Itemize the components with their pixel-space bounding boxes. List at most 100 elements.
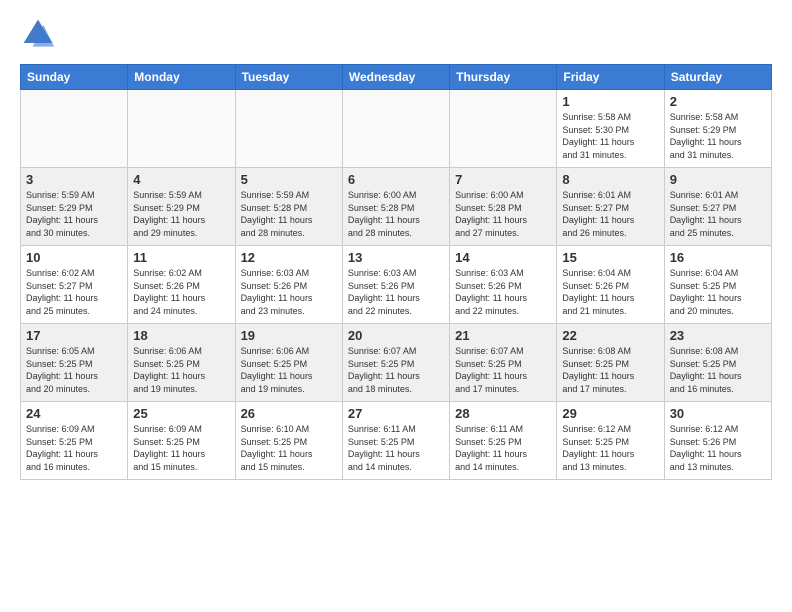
day-number: 9 (670, 172, 766, 187)
calendar-day-cell: 20 Sunrise: 6:07 AMSunset: 5:25 PMDayligh… (342, 324, 449, 402)
calendar-day-cell: 24 Sunrise: 6:09 AMSunset: 5:25 PMDayligh… (21, 402, 128, 480)
day-number: 4 (133, 172, 229, 187)
day-number: 5 (241, 172, 337, 187)
logo-icon (20, 16, 56, 52)
day-number: 14 (455, 250, 551, 265)
day-number: 12 (241, 250, 337, 265)
day-info: Sunrise: 6:12 AMSunset: 5:26 PMDaylight:… (670, 423, 766, 473)
weekday-saturday: Saturday (664, 65, 771, 90)
day-info: Sunrise: 6:03 AMSunset: 5:26 PMDaylight:… (241, 267, 337, 317)
calendar-day-cell (235, 90, 342, 168)
weekday-sunday: Sunday (21, 65, 128, 90)
weekday-tuesday: Tuesday (235, 65, 342, 90)
calendar-day-cell: 25Sunrise: 6:09 AMSunset: 5:25 PMDayligh… (128, 402, 235, 480)
day-number: 8 (562, 172, 658, 187)
calendar-day-cell: 19 Sunrise: 6:06 AMSunset: 5:25 PMDayligh… (235, 324, 342, 402)
day-info: Sunrise: 6:07 AMSunset: 5:25 PMDaylight:… (455, 345, 551, 395)
day-info: Sunrise: 5:59 AMSunset: 5:29 PMDaylight:… (133, 189, 229, 239)
calendar-day-cell: 28Sunrise: 6:11 AMSunset: 5:25 PMDayligh… (450, 402, 557, 480)
day-number: 7 (455, 172, 551, 187)
day-number: 3 (26, 172, 122, 187)
day-info: Sunrise: 6:08 AMSunset: 5:25 PMDaylight:… (562, 345, 658, 395)
day-info: Sunrise: 6:12 AMSunset: 5:25 PMDaylight:… (562, 423, 658, 473)
day-number: 26 (241, 406, 337, 421)
day-number: 1 (562, 94, 658, 109)
day-info: Sunrise: 5:59 AMSunset: 5:29 PMDaylight:… (26, 189, 122, 239)
calendar-day-cell: 12 Sunrise: 6:03 AMSunset: 5:26 PMDayligh… (235, 246, 342, 324)
calendar-day-cell: 1Sunrise: 5:58 AMSunset: 5:30 PMDaylight… (557, 90, 664, 168)
calendar-day-cell: 23 Sunrise: 6:08 AMSunset: 5:25 PMDayligh… (664, 324, 771, 402)
day-number: 23 (670, 328, 766, 343)
calendar-day-cell: 7 Sunrise: 6:00 AMSunset: 5:28 PMDaylight… (450, 168, 557, 246)
day-info: Sunrise: 6:05 AMSunset: 5:25 PMDaylight:… (26, 345, 122, 395)
day-info: Sunrise: 6:00 AMSunset: 5:28 PMDaylight:… (455, 189, 551, 239)
day-number: 10 (26, 250, 122, 265)
day-info: Sunrise: 6:10 AMSunset: 5:25 PMDaylight:… (241, 423, 337, 473)
day-number: 29 (562, 406, 658, 421)
calendar-day-cell (21, 90, 128, 168)
day-number: 16 (670, 250, 766, 265)
day-number: 19 (241, 328, 337, 343)
day-number: 6 (348, 172, 444, 187)
calendar-day-cell: 13 Sunrise: 6:03 AMSunset: 5:26 PMDayligh… (342, 246, 449, 324)
calendar-day-cell: 22 Sunrise: 6:08 AMSunset: 5:25 PMDayligh… (557, 324, 664, 402)
calendar-day-cell: 2 Sunrise: 5:58 AMSunset: 5:29 PMDaylight… (664, 90, 771, 168)
day-info: Sunrise: 6:06 AMSunset: 5:25 PMDaylight:… (133, 345, 229, 395)
day-number: 24 (26, 406, 122, 421)
day-number: 11 (133, 250, 229, 265)
calendar-week-row: 1Sunrise: 5:58 AMSunset: 5:30 PMDaylight… (21, 90, 772, 168)
day-info: Sunrise: 6:09 AMSunset: 5:25 PMDaylight:… (26, 423, 122, 473)
page: SundayMondayTuesdayWednesdayThursdayFrid… (0, 0, 792, 612)
calendar-day-cell: 6 Sunrise: 6:00 AMSunset: 5:28 PMDaylight… (342, 168, 449, 246)
day-number: 22 (562, 328, 658, 343)
calendar-day-cell: 14 Sunrise: 6:03 AMSunset: 5:26 PMDayligh… (450, 246, 557, 324)
weekday-header-row: SundayMondayTuesdayWednesdayThursdayFrid… (21, 65, 772, 90)
weekday-wednesday: Wednesday (342, 65, 449, 90)
day-info: Sunrise: 6:04 AMSunset: 5:26 PMDaylight:… (562, 267, 658, 317)
day-number: 15 (562, 250, 658, 265)
calendar-week-row: 10Sunrise: 6:02 AMSunset: 5:27 PMDayligh… (21, 246, 772, 324)
day-info: Sunrise: 6:08 AMSunset: 5:25 PMDaylight:… (670, 345, 766, 395)
calendar-day-cell (450, 90, 557, 168)
day-info: Sunrise: 6:03 AMSunset: 5:26 PMDaylight:… (348, 267, 444, 317)
day-info: Sunrise: 6:00 AMSunset: 5:28 PMDaylight:… (348, 189, 444, 239)
calendar-day-cell: 21Sunrise: 6:07 AMSunset: 5:25 PMDayligh… (450, 324, 557, 402)
calendar-week-row: 3 Sunrise: 5:59 AMSunset: 5:29 PMDaylight… (21, 168, 772, 246)
day-info: Sunrise: 5:58 AMSunset: 5:29 PMDaylight:… (670, 111, 766, 161)
calendar-day-cell: 3 Sunrise: 5:59 AMSunset: 5:29 PMDaylight… (21, 168, 128, 246)
day-number: 25 (133, 406, 229, 421)
weekday-thursday: Thursday (450, 65, 557, 90)
day-info: Sunrise: 6:11 AMSunset: 5:25 PMDaylight:… (455, 423, 551, 473)
day-info: Sunrise: 6:07 AMSunset: 5:25 PMDaylight:… (348, 345, 444, 395)
day-info: Sunrise: 6:11 AMSunset: 5:25 PMDaylight:… (348, 423, 444, 473)
day-number: 20 (348, 328, 444, 343)
day-info: Sunrise: 6:03 AMSunset: 5:26 PMDaylight:… (455, 267, 551, 317)
day-number: 18 (133, 328, 229, 343)
calendar-day-cell: 27 Sunrise: 6:11 AMSunset: 5:25 PMDayligh… (342, 402, 449, 480)
calendar-day-cell: 26 Sunrise: 6:10 AMSunset: 5:25 PMDayligh… (235, 402, 342, 480)
logo (20, 16, 62, 52)
day-info: Sunrise: 6:04 AMSunset: 5:25 PMDaylight:… (670, 267, 766, 317)
day-number: 13 (348, 250, 444, 265)
calendar-day-cell: 16 Sunrise: 6:04 AMSunset: 5:25 PMDayligh… (664, 246, 771, 324)
calendar-day-cell: 11 Sunrise: 6:02 AMSunset: 5:26 PMDayligh… (128, 246, 235, 324)
day-info: Sunrise: 6:06 AMSunset: 5:25 PMDaylight:… (241, 345, 337, 395)
day-number: 17 (26, 328, 122, 343)
header (20, 16, 772, 52)
day-info: Sunrise: 6:02 AMSunset: 5:26 PMDaylight:… (133, 267, 229, 317)
calendar-day-cell: 18 Sunrise: 6:06 AMSunset: 5:25 PMDayligh… (128, 324, 235, 402)
day-info: Sunrise: 6:01 AMSunset: 5:27 PMDaylight:… (562, 189, 658, 239)
day-number: 27 (348, 406, 444, 421)
calendar-day-cell (128, 90, 235, 168)
calendar-day-cell: 10Sunrise: 6:02 AMSunset: 5:27 PMDayligh… (21, 246, 128, 324)
calendar: SundayMondayTuesdayWednesdayThursdayFrid… (20, 64, 772, 480)
calendar-day-cell: 5 Sunrise: 5:59 AMSunset: 5:28 PMDaylight… (235, 168, 342, 246)
weekday-friday: Friday (557, 65, 664, 90)
day-number: 2 (670, 94, 766, 109)
calendar-day-cell: 17 Sunrise: 6:05 AMSunset: 5:25 PMDayligh… (21, 324, 128, 402)
calendar-week-row: 17 Sunrise: 6:05 AMSunset: 5:25 PMDayligh… (21, 324, 772, 402)
weekday-monday: Monday (128, 65, 235, 90)
day-info: Sunrise: 6:01 AMSunset: 5:27 PMDaylight:… (670, 189, 766, 239)
day-info: Sunrise: 5:59 AMSunset: 5:28 PMDaylight:… (241, 189, 337, 239)
calendar-day-cell: 4 Sunrise: 5:59 AMSunset: 5:29 PMDaylight… (128, 168, 235, 246)
